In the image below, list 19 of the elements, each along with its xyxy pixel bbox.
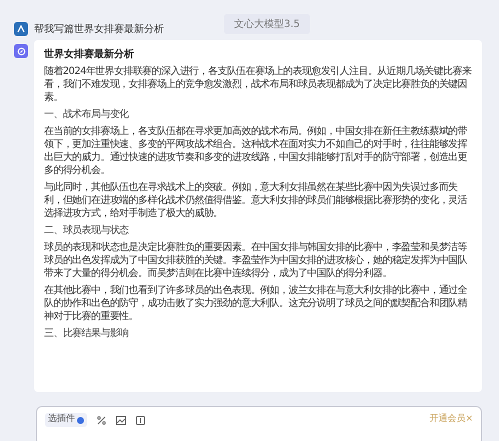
message-composer[interactable]: 选插件 开通会员× (36, 406, 482, 441)
plugin-dot-icon (77, 416, 84, 424)
user-prompt: 帮我写篇世界女排赛最新分析 (34, 22, 164, 36)
model-badge: 文心大模型3.5 (224, 14, 310, 34)
answer-paragraph: 随着2024年世界女排联赛的深入进行，各支队伍在赛场上的表现愈发引人注目。从近期几场关键比赛来看，我们不难发现，女排赛场上的竞争愈发激烈，战术布局和球员表现都成为了决定比赛胜负的关键因素。 (44, 65, 472, 104)
answer-paragraph: 球员的表现和状态也是决定比赛胜负的重要因素。在中国女排与韩国女排的比赛中，李盈莹和吴梦洁等球员的出色发挥成为了中国女排获胜的关键。李盈莹作为中国女排的进攻核心，她的稳定发挥为中国队带来了大量的得分机会。而吴梦洁则在比赛中连续得分，成为了中国队的得分利器。 (44, 241, 468, 280)
plugin-button[interactable]: 选插件 (45, 413, 87, 427)
answer-paragraph: 与此同时，其他队伍也在寻求战术上的突破。例如，意大利女排虽然在某些比赛中因为失误过多而失利，但她们在进攻端的多样化战术仍然值得借鉴。意大利女排的球员们能够根据比赛形势的变化，灵活选择进攻方式，给对手制造了极大的威胁。 (44, 181, 468, 220)
assistant-avatar (14, 44, 28, 58)
answer-title: 世界女排赛最新分析 (44, 48, 135, 61)
percent-icon[interactable] (97, 416, 106, 424)
user-avatar (14, 22, 28, 36)
section-heading: 三、比赛结果与影响 (44, 327, 130, 340)
image-icon[interactable] (116, 416, 126, 424)
section-heading: 二、球员表现与状态 (44, 224, 130, 237)
answer-paragraph: 在其他比赛中，我们也看到了许多球员的出色表现。例如，波兰女排在与意大利女排的比赛中，通过全队的协作和出色的防守，成功击败了实力强劲的意大利队。这充分说明了球员之间的默契配合和团队精神对于比赛的重要性。 (44, 284, 468, 323)
answer-paragraph: 在当前的女排赛场上，各支队伍都在寻求更加高效的战术布局。例如，中国女排在新任主教练蔡斌的带领下，更加注重快速、多变的平网攻战术组合。这种战术在面对实力不如自己的对手时，往往能够发挥出巨大的威力。通过快速的进攻节奏和多变的进攻线路，中国女排能够打乱对手的防守部署，创造出更多的得分机会。 (44, 125, 468, 177)
upload-icon[interactable] (136, 416, 145, 424)
section-heading: 一、战术布局与变化 (44, 108, 130, 121)
